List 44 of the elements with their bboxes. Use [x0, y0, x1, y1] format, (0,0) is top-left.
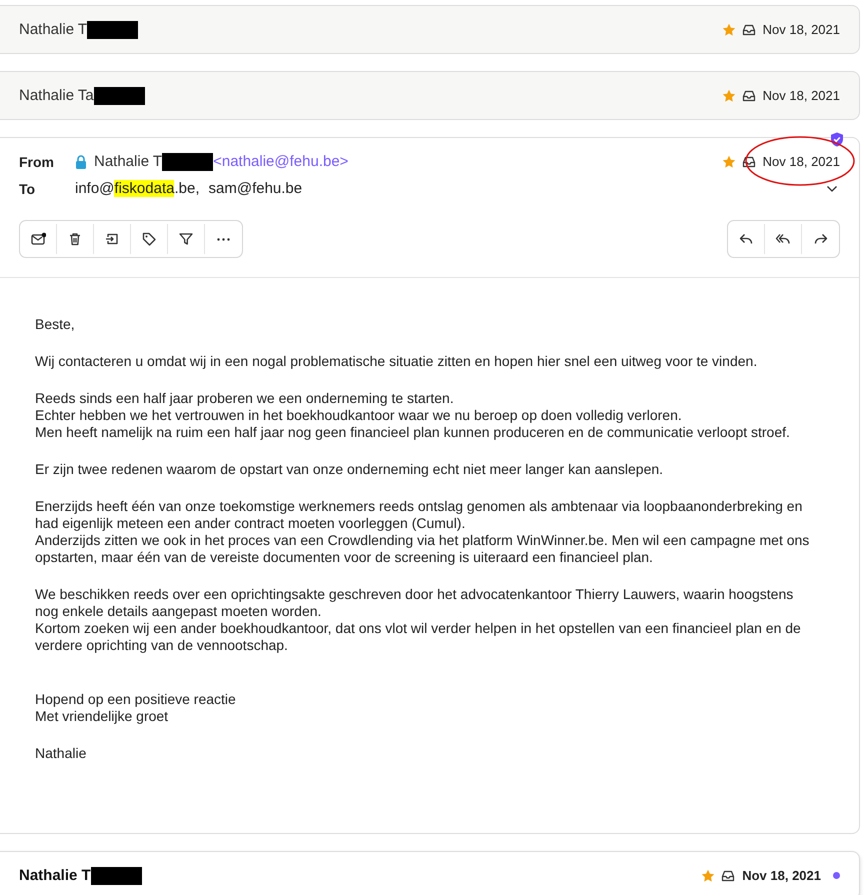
- body-text: Er zijn twee redenen waarom de opstart van onze onderneming echt niet meer langer kan aanslepen.: [35, 461, 664, 478]
- body-text: Wij contacteren u omdat wij in een nogal problematische situatie zitten en hopen hier snel een uitweg voor te vinden.: [35, 353, 758, 370]
- inbox-icon: [742, 88, 756, 102]
- message-date: Nov 18, 2021: [762, 154, 840, 169]
- sender-name: Nathalie Ta: [19, 87, 94, 104]
- move-to-folder-icon: [104, 231, 120, 247]
- recipient-address[interactable]: sam@fehu.be: [208, 180, 302, 197]
- trash-icon: [67, 231, 83, 247]
- star-icon[interactable]: [722, 154, 736, 168]
- body-text: Met vriendelijke groet: [35, 708, 170, 725]
- field-label: From: [19, 154, 55, 170]
- chevron-down-icon[interactable]: [826, 184, 838, 192]
- body-text: Nathalie: [35, 745, 88, 762]
- lock-icon: [75, 154, 87, 168]
- body-text: Beste,: [35, 316, 76, 333]
- body-text: Enerzijds heeft één van onze toekomstige werknemers reeds ontslag genomen als ambtenaar via loopbaanonderbreking en had eigenlijk meteen een ander contract moeten voorleggen (Cumul).: [35, 498, 804, 532]
- message-row[interactable]: Nathalie Ta Nov 18, 2021: [0, 71, 860, 120]
- tag-icon: [141, 231, 157, 247]
- message-row[interactable]: Nathalie T Nov 18, 2021: [0, 5, 860, 54]
- message-row[interactable]: Nathalie T Nov 18, 2021: [0, 851, 860, 895]
- sender-name: Nathalie T: [19, 867, 91, 884]
- field-label: To: [19, 180, 36, 196]
- body-text: Reeds sinds een half jaar proberen we een onderneming te starten.: [35, 390, 455, 407]
- star-icon[interactable]: [722, 88, 736, 102]
- filter-icon: [178, 231, 194, 247]
- body-text: Kortom zoeken wij een ander boekhoudkantoor, dat ons vlot wil verder helpen in het opstellen van een financieel plan en de verdere oprichting van de vennootschap.: [35, 620, 802, 654]
- star-icon[interactable]: [722, 22, 736, 36]
- body-text: Hopend op een positieve reactie: [35, 691, 237, 708]
- body-text: Echter hebben we het vertrouwen in het boekhoudkantoor waar we nu beroep op doen volledig verloren.: [35, 407, 683, 424]
- body-text: Anderzijds zitten we ook in het proces van een Crowdlending via het platform WinWinner.be. Men wil een campagne met ons opstarten, maar één van de vereiste documenten voor de screening is uiteraard een financieel plan.: [35, 532, 810, 566]
- inbox-icon: [742, 22, 756, 36]
- more-icon: [217, 238, 230, 240]
- star-icon[interactable]: [701, 868, 716, 882]
- message-date: Nov 18, 2021: [762, 88, 840, 103]
- message-date: Nov 18, 2021: [762, 22, 840, 37]
- message-date: Nov 18, 2021: [742, 868, 821, 883]
- body-text: We beschikken reeds over een oprichtingsakte geschreven door het advocatenkantoor Thierry Lauwers, waarin hoogstens nog enkele details aangepast moeten worden.: [35, 586, 794, 620]
- inbox-icon: [742, 154, 756, 168]
- sender-address[interactable]: <nathalie@fehu.be>: [213, 153, 348, 170]
- sender-name: Nathalie T: [19, 21, 88, 38]
- envelope-icon: [30, 231, 46, 247]
- body-text: Men heeft namelijk na ruim een half jaar nog geen financieel plan kunnen produceren en de communicatie verloopt stroef.: [35, 424, 791, 441]
- sender-name: Nathalie T: [94, 153, 162, 170]
- inbox-icon: [721, 868, 736, 882]
